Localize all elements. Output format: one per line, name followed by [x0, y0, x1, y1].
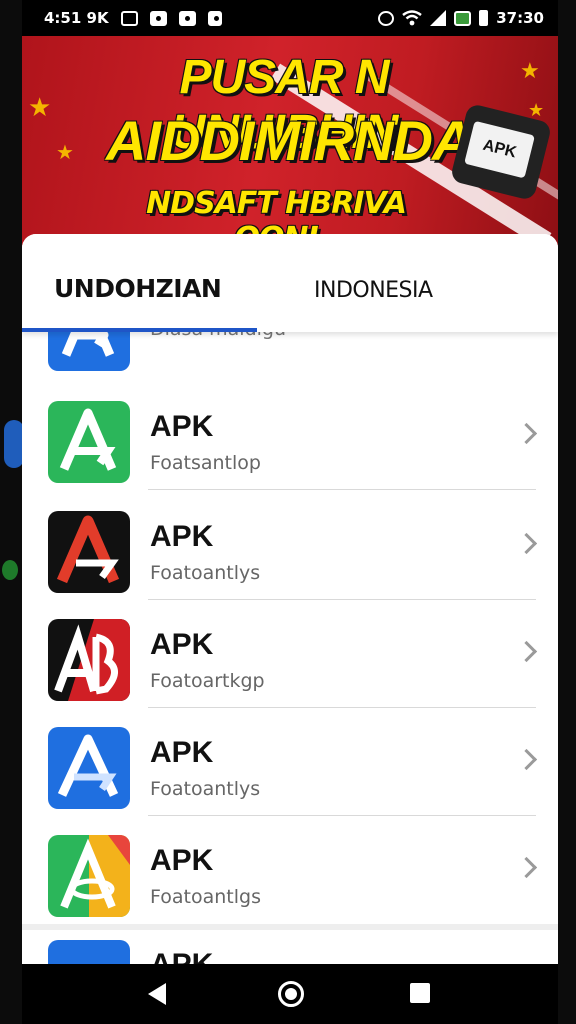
shield-icon	[149, 10, 167, 26]
list-item-subtitle: Dlasa maldigu	[150, 332, 286, 340]
status-bar: 4:51 9K 37:30	[22, 0, 558, 36]
list-item-title: APK	[150, 520, 214, 553]
list-item-apk-5[interactable]: APK Foatoantlgs	[22, 814, 558, 924]
signal-icon	[430, 10, 447, 26]
phone-screen: 4:51 9K 37:30 ★ ★ ★ ★ PUSAR N UNUIBHIN A…	[22, 0, 558, 1024]
red-ab-apk-icon	[48, 619, 130, 701]
star-icon: ★	[520, 58, 540, 83]
list-item-subtitle: Foatoantlys	[150, 778, 261, 800]
home-icon[interactable]	[278, 981, 304, 1007]
camera-icon	[178, 10, 196, 26]
battery-icon	[479, 10, 489, 26]
status-right: 37:30	[378, 9, 544, 27]
back-icon[interactable]	[148, 983, 166, 1005]
list-item-title: APK	[150, 628, 214, 661]
recent-apps-icon[interactable]	[410, 983, 430, 1003]
list-item-title: APK	[150, 948, 213, 964]
list-item-apk-2[interactable]: APK Foatoantlys	[22, 490, 558, 600]
system-nav-bar	[22, 964, 558, 1024]
background-blob-green	[2, 560, 18, 580]
tab-bar: UNDOHZIAN INDONESIA	[22, 234, 558, 332]
list-item-apk-3[interactable]: APK Foatoartkgp	[22, 598, 558, 708]
list-item-title: APK	[150, 736, 214, 769]
chevron-right-icon	[515, 640, 538, 663]
status-time: 37:30	[496, 9, 544, 27]
status-left-text: 4:51 9K	[44, 9, 109, 27]
alarm-icon	[378, 10, 395, 26]
banner-headline-2: AIDDIMIRNDAIA	[106, 109, 526, 172]
green-apk-icon	[48, 401, 130, 483]
tab-undohzian[interactable]: UNDOHZIAN	[54, 274, 222, 303]
chevron-right-icon	[515, 748, 538, 771]
tab-indonesia[interactable]: INDONESIA	[314, 278, 433, 303]
image-icon	[120, 10, 138, 26]
star-icon: ★	[56, 142, 74, 164]
status-left: 4:51 9K	[44, 9, 222, 27]
content-sheet: UNDOHZIAN INDONESIA Dlasa maldigu	[22, 234, 558, 964]
star-icon: ★	[28, 92, 52, 122]
red-black-apk-icon	[48, 511, 130, 593]
promo-banner[interactable]: ★ ★ ★ ★ PUSAR N UNUIBHIN AIDDIMIRNDAIA N…	[22, 36, 558, 250]
blue-apk-icon	[48, 727, 130, 809]
colorful-apk-icon	[48, 835, 130, 917]
blue-apk-icon	[48, 332, 130, 371]
list-item-partial-top[interactable]: Dlasa maldigu	[22, 332, 558, 378]
list-item-subtitle: Foatoantlys	[150, 562, 261, 584]
chevron-right-icon	[515, 422, 538, 445]
app-list: Dlasa maldigu APK Foatsantlop	[22, 332, 558, 964]
wifi-icon	[402, 10, 423, 26]
sim-icon	[454, 10, 472, 26]
list-item-partial-bottom[interactable]: APK	[22, 924, 558, 964]
chevron-right-icon	[515, 856, 538, 879]
list-item-apk-1[interactable]: APK Foatsantlop	[22, 380, 558, 490]
active-tab-indicator	[22, 328, 257, 332]
list-item-apk-4[interactable]: APK Foatoantlys	[22, 706, 558, 816]
chevron-right-icon	[515, 532, 538, 555]
list-item-subtitle: Foatoantlgs	[150, 886, 261, 908]
list-item-subtitle: Foatoartkgp	[150, 670, 265, 692]
list-item-title: APK	[150, 410, 214, 443]
blue-apk-icon	[48, 940, 130, 964]
bag-icon	[207, 10, 222, 26]
list-item-subtitle: Foatsantlop	[150, 452, 261, 474]
apk-tag: APK	[464, 120, 535, 179]
background-blob-blue	[4, 420, 24, 468]
list-item-title: APK	[150, 844, 214, 877]
